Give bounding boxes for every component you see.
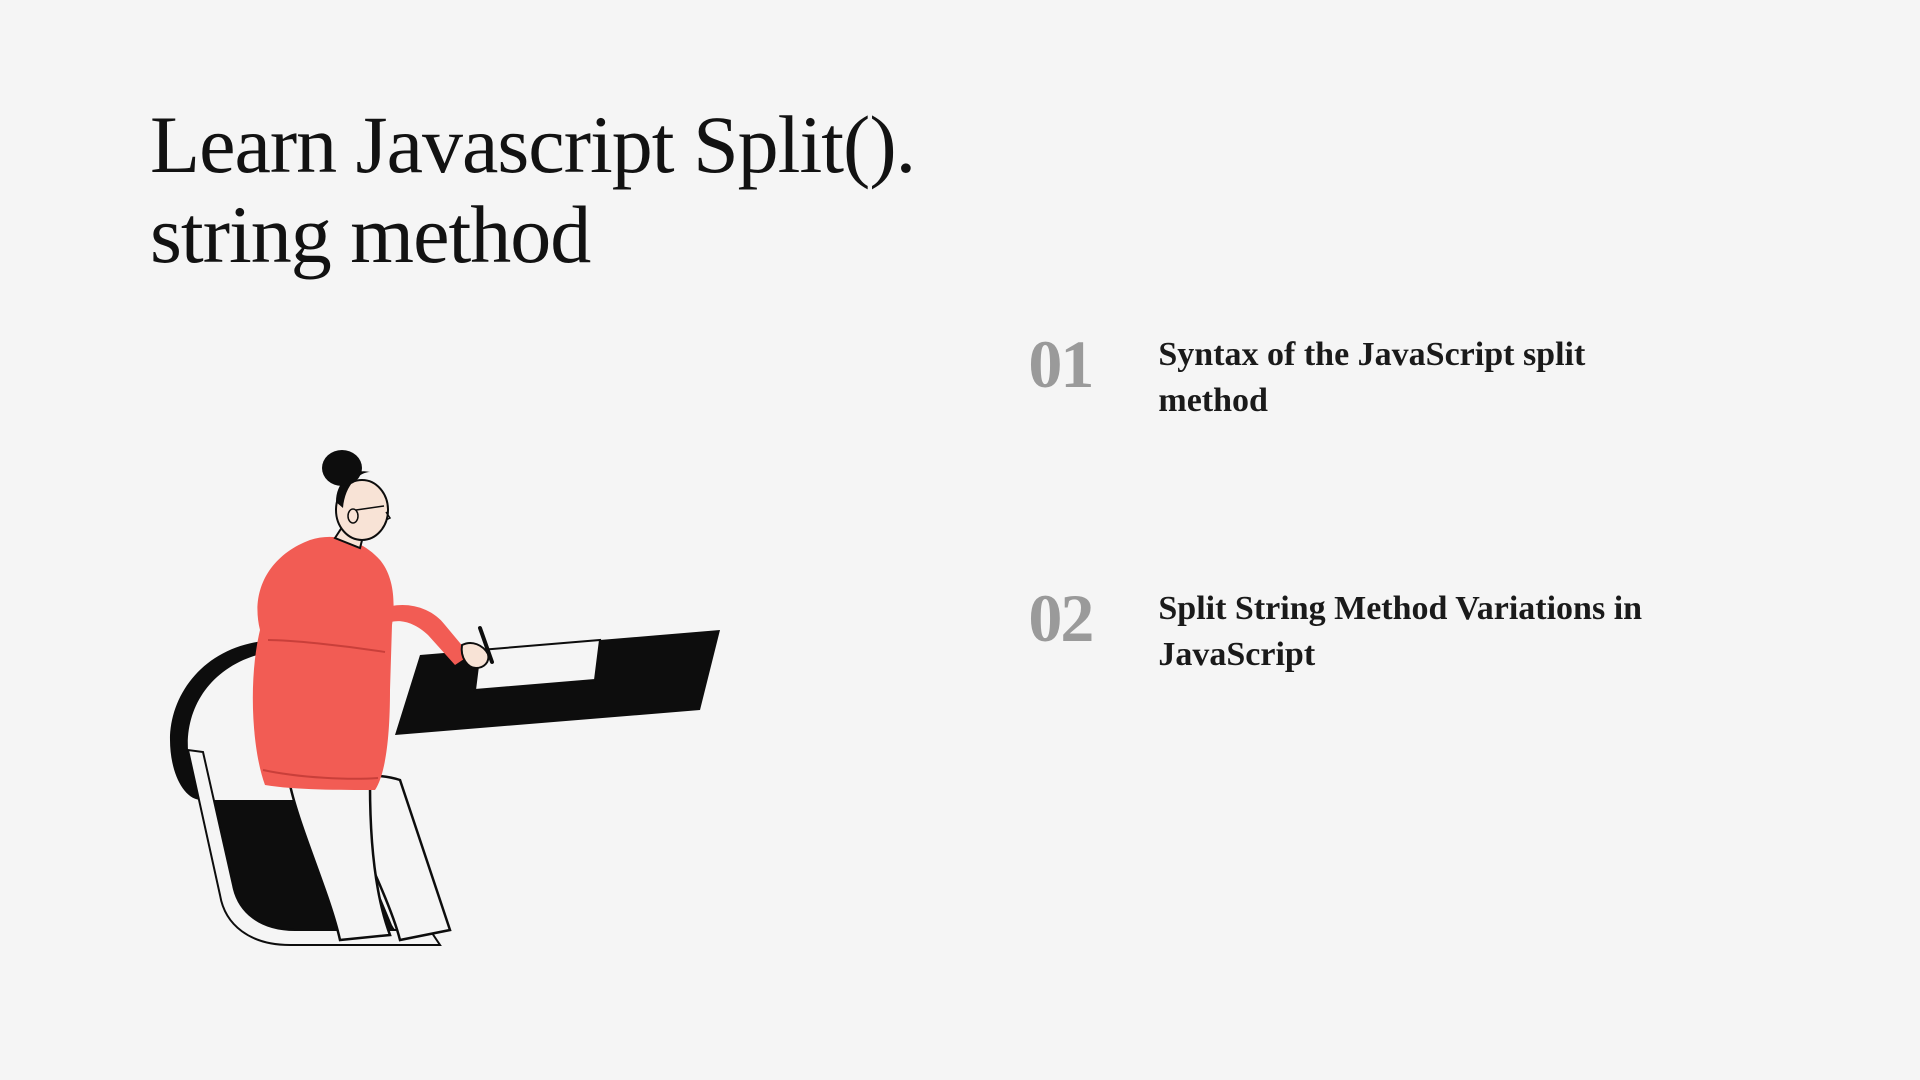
toc-item-2: 02 Split String Method Variations in Jav… [1028, 584, 1800, 678]
toc-number: 02 [1028, 584, 1158, 652]
toc-item-1: 01 Syntax of the JavaScript split method [1028, 330, 1800, 424]
left-column: Learn Javascript Split(). string method [0, 0, 998, 1080]
person-writing-illustration [140, 440, 760, 960]
page-title: Learn Javascript Split(). string method [150, 100, 998, 280]
toc-number: 01 [1028, 330, 1158, 398]
person-writing-icon [140, 440, 760, 960]
table-of-contents: 01 Syntax of the JavaScript split method… [998, 0, 1920, 1080]
toc-text: Syntax of the JavaScript split method [1158, 330, 1678, 424]
toc-text: Split String Method Variations in JavaSc… [1158, 584, 1678, 678]
slide-container: Learn Javascript Split(). string method [0, 0, 1920, 1080]
